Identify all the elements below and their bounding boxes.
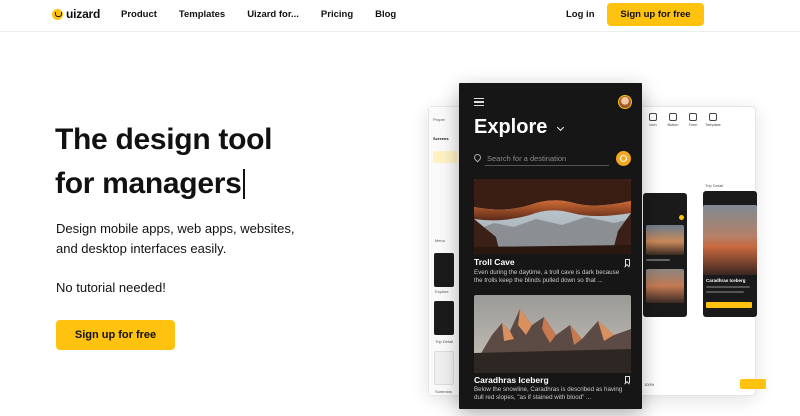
card-description-line: Below the snowline, Caradhras is describ… bbox=[474, 386, 623, 393]
troll-cave-image bbox=[474, 179, 631, 254]
screen-thumbnail bbox=[434, 301, 454, 335]
bookmark-icon[interactable] bbox=[625, 376, 630, 383]
login-link[interactable]: Log in bbox=[566, 9, 595, 20]
zoom-level[interactable]: 100% bbox=[644, 382, 654, 387]
screen-thumbnail bbox=[434, 253, 454, 287]
caradhras-photo[interactable] bbox=[474, 295, 631, 373]
screen-label-explore: Explore bbox=[435, 289, 449, 294]
card-description: Even during the daytime, a troll cave is… bbox=[474, 269, 624, 286]
nav-link-blog[interactable]: Blog bbox=[375, 9, 396, 20]
hero-title-line1: The design tool bbox=[55, 123, 273, 156]
chevron-down-icon[interactable] bbox=[556, 123, 565, 132]
form-tool-icon bbox=[689, 113, 697, 121]
editor-screens-tab: Screens bbox=[433, 136, 449, 141]
troll-cave-photo[interactable] bbox=[474, 179, 631, 254]
mini-text-line bbox=[706, 286, 750, 288]
search-input[interactable]: Search for a destination bbox=[487, 154, 566, 163]
button-tool-icon bbox=[669, 113, 677, 121]
uizard-logo-icon bbox=[52, 8, 63, 20]
search-icon[interactable] bbox=[616, 151, 631, 166]
mini-search-button bbox=[679, 215, 684, 220]
menu-icon[interactable] bbox=[474, 98, 484, 106]
tool-form: Form bbox=[685, 113, 701, 127]
hero-title: The design tool for managers bbox=[55, 118, 272, 206]
tool-template: Template bbox=[705, 113, 721, 127]
mini-cta-button bbox=[706, 302, 752, 308]
editor-add-screen-button bbox=[433, 151, 457, 163]
nav-links: Product Templates Uizard for... Pricing … bbox=[121, 9, 418, 20]
hero-subtitle: Design mobile apps, web apps, websites, … bbox=[56, 219, 356, 259]
edit-mode-pill[interactable] bbox=[740, 379, 766, 389]
mini-text-line bbox=[646, 259, 670, 261]
phone-title: Explore bbox=[474, 116, 548, 138]
hero-title-line2: for managers bbox=[55, 167, 242, 200]
mini-photo bbox=[646, 225, 684, 255]
card-description: Below the snowline, Caradhras is describ… bbox=[474, 386, 624, 403]
top-navigation: uizard Product Templates Uizard for... P… bbox=[0, 0, 800, 30]
avatar[interactable] bbox=[618, 95, 632, 109]
mini-hero-photo bbox=[703, 205, 757, 275]
landing-page: uizard Product Templates Uizard for... P… bbox=[0, 0, 800, 416]
hero-signup-button[interactable]: Sign up for free bbox=[56, 320, 175, 350]
location-pin-icon bbox=[472, 152, 483, 163]
brand-name: uizard bbox=[66, 7, 101, 21]
card-description-line: dull red slopes, "as if stained with blo… bbox=[474, 394, 592, 402]
nav-link-templates[interactable]: Templates bbox=[179, 9, 225, 20]
card-title: Troll Cave bbox=[474, 257, 515, 267]
trip-detail-label: Trip Detail bbox=[705, 183, 724, 188]
nav-link-product[interactable]: Product bbox=[121, 9, 157, 20]
editor-screens-panel: Proper Screens Menu Explore Trip Detail … bbox=[429, 107, 461, 395]
tool-icon: Icon bbox=[645, 113, 661, 127]
editor-panel-label: Proper bbox=[433, 117, 446, 122]
hero-note: No tutorial needed! bbox=[56, 280, 166, 295]
hero-subtitle-line2: and desktop interfaces easily. bbox=[56, 241, 227, 256]
mini-photo bbox=[646, 269, 684, 303]
nav-link-uizard-for[interactable]: Uizard for... bbox=[247, 9, 299, 20]
tool-label: Form bbox=[688, 123, 698, 127]
tool-label: Template bbox=[705, 123, 721, 127]
card-description-line: the trolls keep the blinds pulled down s… bbox=[474, 277, 603, 285]
text-caret bbox=[243, 169, 245, 199]
hero-subtitle-line1: Design mobile apps, web apps, websites, bbox=[56, 221, 295, 236]
canvas-screen-trip-detail: Caradhras Iceberg bbox=[703, 191, 757, 317]
nav-divider bbox=[0, 31, 800, 32]
screen-label-trip-detail: Trip Detail bbox=[435, 339, 454, 344]
phone-mockup: Explore Search for a destination Troll C… bbox=[459, 83, 642, 409]
detail-title: Caradhras Iceberg bbox=[706, 278, 746, 283]
search-underline bbox=[485, 165, 609, 166]
screen-label-summary: Summary bbox=[435, 389, 453, 394]
mini-text-line bbox=[706, 291, 744, 293]
card-description-line: Even during the daytime, a troll cave is… bbox=[474, 269, 620, 276]
screen-thumbnail bbox=[434, 351, 454, 385]
template-tool-icon bbox=[709, 113, 717, 121]
tool-label: Icon bbox=[649, 123, 657, 127]
icon-tool-icon bbox=[649, 113, 657, 121]
canvas-screen-explore bbox=[643, 193, 687, 317]
nav-signup-button[interactable]: Sign up for free bbox=[607, 3, 704, 26]
brand-logo[interactable]: uizard bbox=[52, 7, 100, 21]
tool-label: Button bbox=[667, 123, 679, 127]
tool-button: Button bbox=[665, 113, 681, 127]
card-title: Caradhras Iceberg bbox=[474, 375, 549, 385]
nav-link-pricing[interactable]: Pricing bbox=[321, 9, 353, 20]
bookmark-icon[interactable] bbox=[625, 259, 630, 266]
caradhras-image bbox=[474, 295, 631, 373]
screen-label-menu: Menu bbox=[435, 238, 446, 243]
